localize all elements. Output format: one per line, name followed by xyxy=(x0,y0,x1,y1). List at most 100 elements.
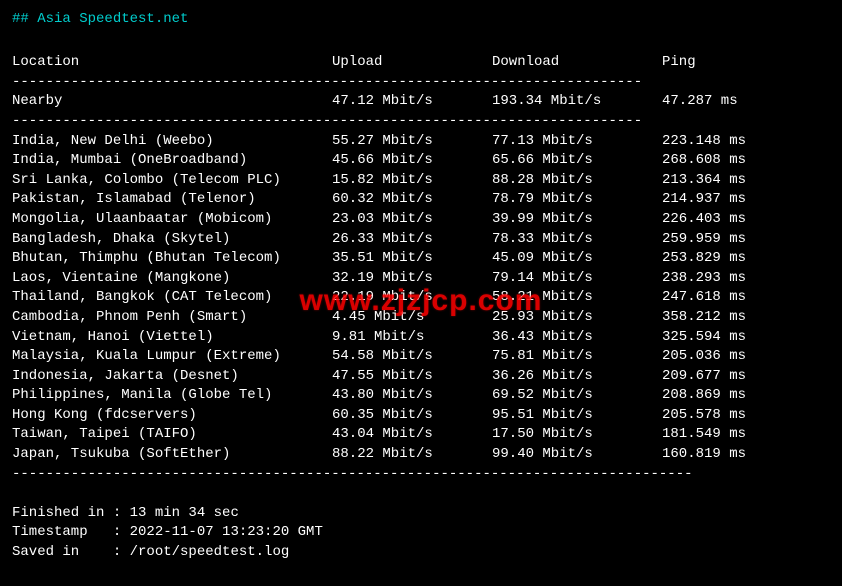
cell-download: 95.51 Mbit/s xyxy=(492,406,662,426)
table-row: India, Mumbai (OneBroadband)45.66 Mbit/s… xyxy=(12,151,830,171)
cell-location: Japan, Tsukuba (SoftEther) xyxy=(12,445,332,465)
cell-download: 69.52 Mbit/s xyxy=(492,386,662,406)
table-row: Thailand, Bangkok (CAT Telecom)22.19 Mbi… xyxy=(12,288,830,308)
cell-location: Taiwan, Taipei (TAIFO) xyxy=(12,425,332,445)
column-headers: Location Upload Download Ping xyxy=(12,53,830,73)
divider: ----------------------------------------… xyxy=(12,465,830,485)
cell-ping: 223.148 ms xyxy=(662,132,830,152)
cell-upload: 26.33 Mbit/s xyxy=(332,230,492,250)
footer-saved: Saved in : /root/speedtest.log xyxy=(12,543,830,563)
header-ping: Ping xyxy=(662,53,830,73)
cell-download: 39.99 Mbit/s xyxy=(492,210,662,230)
table-row: Laos, Vientaine (Mangkone)32.19 Mbit/s79… xyxy=(12,269,830,289)
cell-download: 77.13 Mbit/s xyxy=(492,132,662,152)
cell-download: 99.40 Mbit/s xyxy=(492,445,662,465)
header-download: Download xyxy=(492,53,662,73)
cell-download: 75.81 Mbit/s xyxy=(492,347,662,367)
cell-location: India, New Delhi (Weebo) xyxy=(12,132,332,152)
table-row: Cambodia, Phnom Penh (Smart)4.45 Mbit/s2… xyxy=(12,308,830,328)
cell-location: Thailand, Bangkok (CAT Telecom) xyxy=(12,288,332,308)
table-row: Pakistan, Islamabad (Telenor)60.32 Mbit/… xyxy=(12,190,830,210)
header-location: Location xyxy=(12,53,332,73)
table-row: Philippines, Manila (Globe Tel)43.80 Mbi… xyxy=(12,386,830,406)
section-header: ## Asia Speedtest.net xyxy=(12,10,830,30)
cell-ping: 325.594 ms xyxy=(662,328,830,348)
blank-line xyxy=(12,484,830,504)
footer-timestamp: Timestamp : 2022-11-07 13:23:20 GMT xyxy=(12,523,830,543)
results-table: India, New Delhi (Weebo)55.27 Mbit/s77.1… xyxy=(12,132,830,465)
table-row: Bangladesh, Dhaka (Skytel)26.33 Mbit/s78… xyxy=(12,230,830,250)
table-row: India, New Delhi (Weebo)55.27 Mbit/s77.1… xyxy=(12,132,830,152)
cell-location: Indonesia, Jakarta (Desnet) xyxy=(12,367,332,387)
cell-location: Vietnam, Hanoi (Viettel) xyxy=(12,328,332,348)
cell-upload: 15.82 Mbit/s xyxy=(332,171,492,191)
cell-upload: 32.19 Mbit/s xyxy=(332,269,492,289)
nearby-row: Nearby 47.12 Mbit/s 193.34 Mbit/s 47.287… xyxy=(12,92,830,112)
cell-upload: 45.66 Mbit/s xyxy=(332,151,492,171)
nearby-download: 193.34 Mbit/s xyxy=(492,92,662,112)
cell-upload: 60.35 Mbit/s xyxy=(332,406,492,426)
table-row: Vietnam, Hanoi (Viettel)9.81 Mbit/s36.43… xyxy=(12,328,830,348)
table-row: Malaysia, Kuala Lumpur (Extreme)54.58 Mb… xyxy=(12,347,830,367)
cell-location: Bangladesh, Dhaka (Skytel) xyxy=(12,230,332,250)
cell-upload: 4.45 Mbit/s xyxy=(332,308,492,328)
header-upload: Upload xyxy=(332,53,492,73)
cell-ping: 213.364 ms xyxy=(662,171,830,191)
cell-ping: 160.819 ms xyxy=(662,445,830,465)
cell-download: 88.28 Mbit/s xyxy=(492,171,662,191)
cell-location: Pakistan, Islamabad (Telenor) xyxy=(12,190,332,210)
cell-download: 58.21 Mbit/s xyxy=(492,288,662,308)
nearby-upload: 47.12 Mbit/s xyxy=(332,92,492,112)
cell-location: Mongolia, Ulaanbaatar (Mobicom) xyxy=(12,210,332,230)
table-row: Bhutan, Thimphu (Bhutan Telecom)35.51 Mb… xyxy=(12,249,830,269)
blank-line xyxy=(12,34,830,54)
cell-upload: 54.58 Mbit/s xyxy=(332,347,492,367)
cell-download: 45.09 Mbit/s xyxy=(492,249,662,269)
nearby-ping: 47.287 ms xyxy=(662,92,830,112)
cell-ping: 247.618 ms xyxy=(662,288,830,308)
cell-location: Cambodia, Phnom Penh (Smart) xyxy=(12,308,332,328)
cell-ping: 238.293 ms xyxy=(662,269,830,289)
cell-ping: 181.549 ms xyxy=(662,425,830,445)
cell-upload: 23.03 Mbit/s xyxy=(332,210,492,230)
cell-ping: 208.869 ms xyxy=(662,386,830,406)
cell-download: 17.50 Mbit/s xyxy=(492,425,662,445)
cell-location: India, Mumbai (OneBroadband) xyxy=(12,151,332,171)
cell-download: 65.66 Mbit/s xyxy=(492,151,662,171)
cell-download: 79.14 Mbit/s xyxy=(492,269,662,289)
cell-upload: 60.32 Mbit/s xyxy=(332,190,492,210)
table-row: Indonesia, Jakarta (Desnet)47.55 Mbit/s3… xyxy=(12,367,830,387)
divider: ----------------------------------------… xyxy=(12,112,830,132)
cell-upload: 47.55 Mbit/s xyxy=(332,367,492,387)
cell-location: Laos, Vientaine (Mangkone) xyxy=(12,269,332,289)
cell-download: 36.26 Mbit/s xyxy=(492,367,662,387)
nearby-location: Nearby xyxy=(12,92,332,112)
cell-upload: 43.04 Mbit/s xyxy=(332,425,492,445)
cell-ping: 358.212 ms xyxy=(662,308,830,328)
divider: ----------------------------------------… xyxy=(12,73,830,93)
cell-ping: 253.829 ms xyxy=(662,249,830,269)
cell-upload: 9.81 Mbit/s xyxy=(332,328,492,348)
footer-finished: Finished in : 13 min 34 sec xyxy=(12,504,830,524)
cell-upload: 22.19 Mbit/s xyxy=(332,288,492,308)
cell-upload: 88.22 Mbit/s xyxy=(332,445,492,465)
cell-download: 25.93 Mbit/s xyxy=(492,308,662,328)
cell-download: 36.43 Mbit/s xyxy=(492,328,662,348)
cell-location: Hong Kong (fdcservers) xyxy=(12,406,332,426)
table-row: Japan, Tsukuba (SoftEther)88.22 Mbit/s99… xyxy=(12,445,830,465)
cell-location: Bhutan, Thimphu (Bhutan Telecom) xyxy=(12,249,332,269)
cell-upload: 35.51 Mbit/s xyxy=(332,249,492,269)
cell-location: Malaysia, Kuala Lumpur (Extreme) xyxy=(12,347,332,367)
cell-ping: 259.959 ms xyxy=(662,230,830,250)
cell-ping: 205.036 ms xyxy=(662,347,830,367)
cell-ping: 209.677 ms xyxy=(662,367,830,387)
cell-ping: 226.403 ms xyxy=(662,210,830,230)
table-row: Taiwan, Taipei (TAIFO)43.04 Mbit/s17.50 … xyxy=(12,425,830,445)
cell-location: Philippines, Manila (Globe Tel) xyxy=(12,386,332,406)
cell-ping: 205.578 ms xyxy=(662,406,830,426)
cell-upload: 55.27 Mbit/s xyxy=(332,132,492,152)
cell-download: 78.33 Mbit/s xyxy=(492,230,662,250)
cell-download: 78.79 Mbit/s xyxy=(492,190,662,210)
cell-ping: 268.608 ms xyxy=(662,151,830,171)
cell-upload: 43.80 Mbit/s xyxy=(332,386,492,406)
